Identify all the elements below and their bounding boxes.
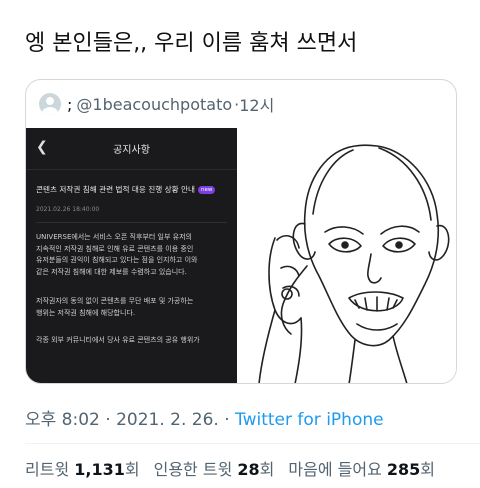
tweet-time[interactable]: 오후 8:02 — [25, 410, 100, 430]
notice-nav-title: 공지사항 — [113, 145, 150, 156]
stats-divider — [25, 443, 480, 444]
default-avatar-icon[interactable] — [39, 93, 61, 115]
quoted-author-name[interactable]: ; — [67, 95, 72, 114]
likes-count: 285 — [386, 460, 421, 479]
tweet-date[interactable]: 2021. 2. 26. — [116, 410, 219, 430]
notice-nav-bar: ❮ 공지사항 — [26, 128, 237, 170]
quoted-tweet-header: ; @1beacouchpotato · 12시 — [39, 92, 274, 116]
quoted-author-handle[interactable]: @1beacouchpotato — [76, 95, 232, 114]
quote-tweets-stat[interactable]: 인용한 트윗 28회 — [154, 456, 275, 480]
quoted-tweet-time[interactable]: 12시 — [239, 92, 274, 116]
tweet-metadata: 오후 8:02 · 2021. 2. 26. · Twitter for iPh… — [25, 405, 384, 430]
tweet-stats: 리트윗 1,131회 인용한 트윗 28회 마음에 들어요 285회 — [25, 456, 449, 480]
retweets-unit: 회 — [124, 460, 140, 479]
meta-dot-2: · — [224, 410, 230, 430]
quote-tweets-count: 28 — [237, 460, 260, 479]
retweets-label: 리트윗 — [25, 460, 70, 479]
notice-date: 2021.02.26 18:40:00 — [36, 206, 100, 213]
notice-paragraph-1: UNIVERSE에서는 서비스 오픈 직후부터 일부 유저의 지속적인 저작권 … — [36, 233, 198, 276]
notice-title-text: 콘텐츠 저작권 침해 관련 법적 대응 진행 상황 안내 — [36, 185, 196, 194]
sketch-drawing-svg — [258, 144, 450, 383]
tweet-source-link[interactable]: Twitter for iPhone — [235, 410, 384, 430]
quoted-tweet-card[interactable]: ; @1beacouchpotato · 12시 ❮ 공지사항 콘텐츠 저작권 … — [25, 79, 457, 384]
notice-paragraph-3: 각종 외부 커뮤니티에서 당사 유료 콘텐츠의 공유 행위가 — [36, 336, 200, 344]
quote-tweets-unit: 회 — [259, 460, 275, 479]
notice-title: 콘텐츠 저작권 침해 관련 법적 대응 진행 상황 안내 new — [36, 184, 231, 196]
sketch-drawing-image[interactable] — [237, 128, 456, 383]
likes-label: 마음에 들어요 — [288, 460, 382, 479]
new-badge: new — [198, 186, 216, 194]
meta-dot-1: · — [105, 410, 111, 430]
notice-divider — [36, 222, 227, 223]
quote-tweets-label: 인용한 트윗 — [153, 460, 233, 479]
notice-screenshot-image[interactable]: ❮ 공지사항 콘텐츠 저작권 침해 관련 법적 대응 진행 상황 안내 new 2… — [26, 128, 237, 383]
retweets-count: 1,131 — [74, 460, 125, 479]
quoted-media[interactable]: ❮ 공지사항 콘텐츠 저작권 침해 관련 법적 대응 진행 상황 안내 new 2… — [26, 128, 456, 383]
retweets-stat[interactable]: 리트윗 1,131회 — [25, 456, 140, 480]
tweet-text: 엥 본인들은,, 우리 이름 훔쳐 쓰면서 — [25, 31, 358, 56]
likes-stat[interactable]: 마음에 들어요 285회 — [288, 456, 435, 480]
likes-unit: 회 — [420, 460, 436, 479]
notice-paragraph-2: 저작권자의 동의 없이 콘텐츠를 무단 배포 및 가공하는 행위는 저작권 침해… — [36, 297, 194, 317]
chevron-left-icon: ❮ — [36, 139, 48, 155]
